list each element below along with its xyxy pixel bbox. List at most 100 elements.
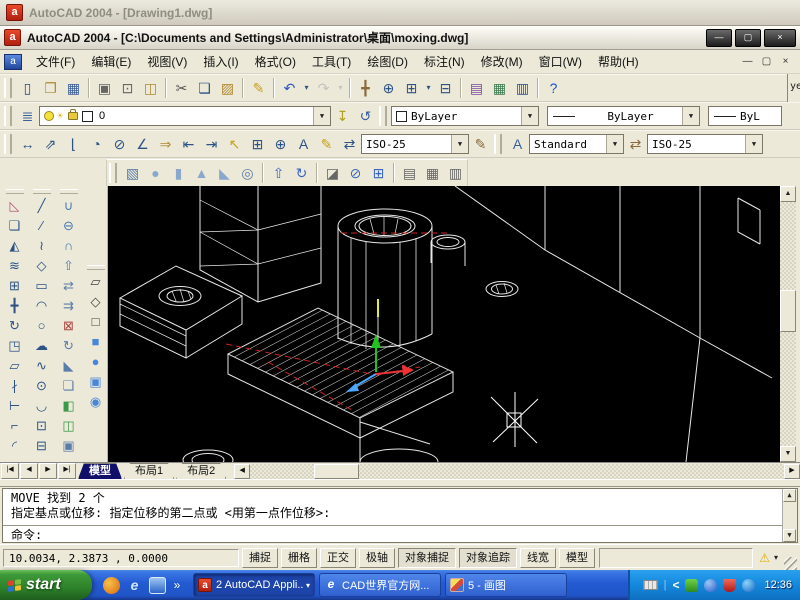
construction-line-icon[interactable]: ∕	[30, 216, 54, 236]
scroll-up-icon[interactable]: ▲	[780, 186, 796, 202]
close-button[interactable]: ×	[764, 29, 796, 47]
layer-color-swatch[interactable]	[82, 111, 93, 122]
zoom-previous-icon[interactable]: ⊟	[434, 77, 457, 99]
command-scrollbar[interactable]: ▲ ▼	[782, 489, 797, 542]
undo-flyout-icon[interactable]: ▾	[301, 77, 312, 99]
hidden-icon[interactable]: □	[84, 312, 108, 332]
continue-dimension-icon[interactable]: ⇥	[200, 133, 223, 155]
polygon-icon[interactable]: ◇	[30, 256, 54, 276]
chevron-down-icon[interactable]: ▼	[745, 135, 762, 153]
tray-collapse-icon[interactable]: <	[672, 578, 679, 592]
ordinate-dimension-icon[interactable]: ⌊	[62, 133, 85, 155]
insert-block-icon[interactable]: ⊡	[30, 416, 54, 436]
chevron-down-icon[interactable]: ▼	[451, 135, 468, 153]
baseline-dimension-icon[interactable]: ⇤	[177, 133, 200, 155]
menu-window[interactable]: 窗口(W)	[531, 50, 590, 73]
subtract-icon[interactable]: ⊖	[57, 216, 81, 236]
scroll-down-icon[interactable]: ▼	[783, 529, 796, 542]
resize-grip[interactable]	[784, 557, 797, 570]
mirror-icon[interactable]: ◭	[3, 236, 27, 256]
chevron-down-icon[interactable]: ▼	[313, 107, 330, 125]
make-object-layer-current-icon[interactable]: ↧	[331, 105, 354, 127]
ie-quicklaunch-icon[interactable]: e	[126, 577, 143, 594]
otrack-toggle[interactable]: 对象追踪	[459, 548, 517, 568]
zoom-realtime-icon[interactable]: ⊕	[377, 77, 400, 99]
scroll-up-icon[interactable]: ▲	[783, 489, 796, 502]
radius-dimension-icon[interactable]: ◔	[85, 133, 108, 155]
setup-view-icon[interactable]: ▦	[421, 162, 444, 184]
chevron-down-icon[interactable]: ▼	[521, 107, 538, 125]
canvas-hscrollbar[interactable]: ◀ ▶	[234, 464, 800, 479]
dim-style-combo-2[interactable]: ISO-25 ▼	[647, 134, 763, 154]
union-icon[interactable]: ∪	[57, 196, 81, 216]
show-desktop-icon[interactable]	[149, 577, 166, 594]
tab-nav-button-3[interactable]: ▶|	[58, 463, 76, 479]
undo-icon[interactable]: ↶	[278, 77, 301, 99]
text-style-icon[interactable]: A	[506, 133, 529, 155]
designcenter-icon[interactable]: ▦	[488, 77, 511, 99]
taskbar-ie-button[interactable]: eCAD世界官方网...	[319, 573, 441, 597]
tab-model[interactable]: 模型	[78, 463, 122, 479]
interference-icon[interactable]: ⊞	[367, 162, 390, 184]
scroll-right-icon[interactable]: ▶	[784, 464, 800, 479]
toolbar-grip[interactable]	[4, 78, 12, 98]
aligned-dimension-icon[interactable]: ⇗	[39, 133, 62, 155]
stretch-icon[interactable]: ▱	[3, 356, 27, 376]
tray-messenger-icon[interactable]	[704, 579, 717, 592]
paste-icon[interactable]: ▨	[216, 77, 239, 99]
snap-toggle[interactable]: 捕捉	[242, 548, 278, 568]
print-icon[interactable]: ▣	[93, 77, 116, 99]
text-style-combo[interactable]: Standard ▼	[529, 134, 624, 154]
diameter-dimension-icon[interactable]: ⊘	[108, 133, 131, 155]
tray-qq-icon[interactable]	[685, 579, 698, 592]
chevron-down-icon[interactable]: ▼	[682, 107, 699, 125]
statusbar-dropdown-icon[interactable]: ▾	[774, 553, 778, 562]
grid-toggle[interactable]: 栅格	[281, 548, 317, 568]
slice-icon[interactable]: ◪	[321, 162, 344, 184]
toolbar-grip[interactable]	[33, 189, 51, 194]
3d-wireframe-icon[interactable]: ◇	[84, 292, 108, 312]
revolve-icon[interactable]: ↻	[290, 162, 313, 184]
command-splitter[interactable]	[0, 479, 800, 487]
menu-tools[interactable]: 工具(T)	[304, 50, 359, 73]
save-icon[interactable]: ▦	[62, 77, 85, 99]
separate-icon[interactable]: ◫	[57, 416, 81, 436]
layer-combo[interactable]: ☀ 0 ▼	[39, 106, 331, 126]
center-mark-icon[interactable]: ⊕	[269, 133, 292, 155]
properties-icon[interactable]: ▤	[465, 77, 488, 99]
redo-flyout-icon[interactable]: ▾	[335, 77, 346, 99]
extend-icon[interactable]: ⊢	[3, 396, 27, 416]
polar-toggle[interactable]: 极轴	[359, 548, 395, 568]
section-icon[interactable]: ⊘	[344, 162, 367, 184]
tab-nav-button-0[interactable]: |◀	[1, 463, 19, 479]
chamfer-icon[interactable]: ⌐	[3, 416, 27, 436]
menu-edit[interactable]: 编辑(E)	[83, 50, 139, 73]
trim-icon[interactable]: ∤	[3, 376, 27, 396]
help-icon[interactable]: ?	[542, 77, 565, 99]
arc-icon[interactable]: ◠	[30, 296, 54, 316]
cut-icon[interactable]: ✂	[170, 77, 193, 99]
taskbar-paint-button[interactable]: 5 - 画图	[445, 573, 567, 597]
taskbar-autocad-button[interactable]: a2 AutoCAD Appli...▾	[193, 573, 315, 597]
quicklaunch-chevron-icon[interactable]: »	[172, 577, 182, 594]
2d-wireframe-icon[interactable]: ▱	[84, 272, 108, 292]
toolbar-grip[interactable]	[6, 189, 24, 194]
taper-faces-icon[interactable]: ◣	[57, 356, 81, 376]
flat-shaded-icon[interactable]: ■	[84, 332, 108, 352]
zoom-window-icon[interactable]: ⊞	[400, 77, 423, 99]
menu-format[interactable]: 格式(O)	[247, 50, 304, 73]
menu-file[interactable]: 文件(F)	[28, 50, 83, 73]
drawing-file-icon[interactable]: a	[4, 54, 22, 70]
fillet-icon[interactable]: ◜	[3, 436, 27, 456]
redo-icon[interactable]: ↷	[312, 77, 335, 99]
shell-icon[interactable]: ▣	[57, 436, 81, 456]
scroll-down-icon[interactable]: ▼	[780, 446, 796, 462]
spline-icon[interactable]: ∿	[30, 356, 54, 376]
drawing-canvas[interactable]	[108, 186, 780, 462]
background-window-titlebar[interactable]: a AutoCAD 2004 - [Drawing1.dwg]	[0, 0, 800, 26]
osnap-toggle[interactable]: 对象捕捉	[398, 548, 456, 568]
line-icon[interactable]: ╱	[30, 196, 54, 216]
offset-faces-icon[interactable]: ⇉	[57, 296, 81, 316]
move-icon[interactable]: ╋	[3, 296, 27, 316]
lineweight-toggle[interactable]: 线宽	[520, 548, 556, 568]
